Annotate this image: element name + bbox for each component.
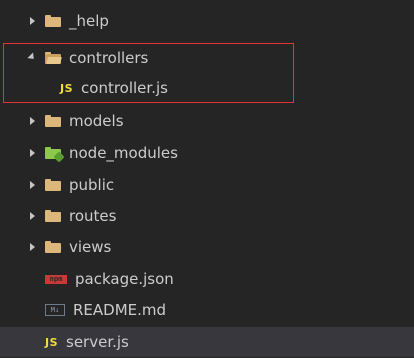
js-icon: JS: [60, 81, 74, 95]
tree-item-label: controllers: [69, 49, 149, 67]
chevron-right-icon[interactable]: [26, 17, 38, 25]
chevron-right-icon[interactable]: [26, 212, 38, 220]
tree-item-label: README.md: [73, 301, 167, 319]
chevron-right-icon[interactable]: [26, 117, 38, 125]
tree-item-models[interactable]: models: [0, 106, 414, 136]
tree-item-label: controller.js: [81, 79, 168, 97]
folder-icon: [45, 210, 61, 222]
tree-item-help[interactable]: _help: [0, 6, 414, 36]
chevron-right-icon[interactable]: [26, 181, 38, 189]
folder-icon: [45, 241, 61, 253]
tree-item-label: models: [69, 112, 124, 130]
tree-item-label: views: [69, 238, 112, 256]
tree-item-server-js[interactable]: JS server.js: [0, 327, 414, 357]
npm-icon: npm: [45, 274, 67, 284]
tree-item-routes[interactable]: routes: [0, 201, 414, 231]
tree-item-label: public: [69, 176, 115, 194]
tree-item-controller-js[interactable]: JS controller.js: [0, 73, 414, 103]
tree-item-label: node_modules: [69, 144, 178, 162]
chevron-down-icon[interactable]: [26, 51, 38, 62]
tree-item-label: routes: [69, 207, 117, 225]
js-icon: JS: [45, 335, 59, 349]
folder-icon: [45, 115, 61, 127]
tree-item-node-modules[interactable]: node_modules: [0, 138, 414, 168]
tree-item-controllers[interactable]: controllers: [0, 43, 414, 73]
folder-open-icon: [45, 52, 62, 64]
tree-item-package-json[interactable]: npm package.json: [0, 264, 414, 294]
tree-item-label: _help: [69, 12, 109, 30]
node-folder-icon: [45, 147, 65, 163]
folder-icon: [45, 15, 61, 27]
tree-item-views[interactable]: views: [0, 232, 414, 262]
tree-item-readme-md[interactable]: M↓ README.md: [0, 295, 414, 325]
tree-item-label: package.json: [75, 270, 174, 288]
chevron-right-icon[interactable]: [26, 243, 38, 251]
chevron-right-icon[interactable]: [26, 149, 38, 157]
tree-item-public[interactable]: public: [0, 170, 414, 200]
markdown-icon: M↓: [45, 304, 65, 316]
tree-item-label: server.js: [66, 333, 129, 351]
folder-icon: [45, 179, 61, 191]
